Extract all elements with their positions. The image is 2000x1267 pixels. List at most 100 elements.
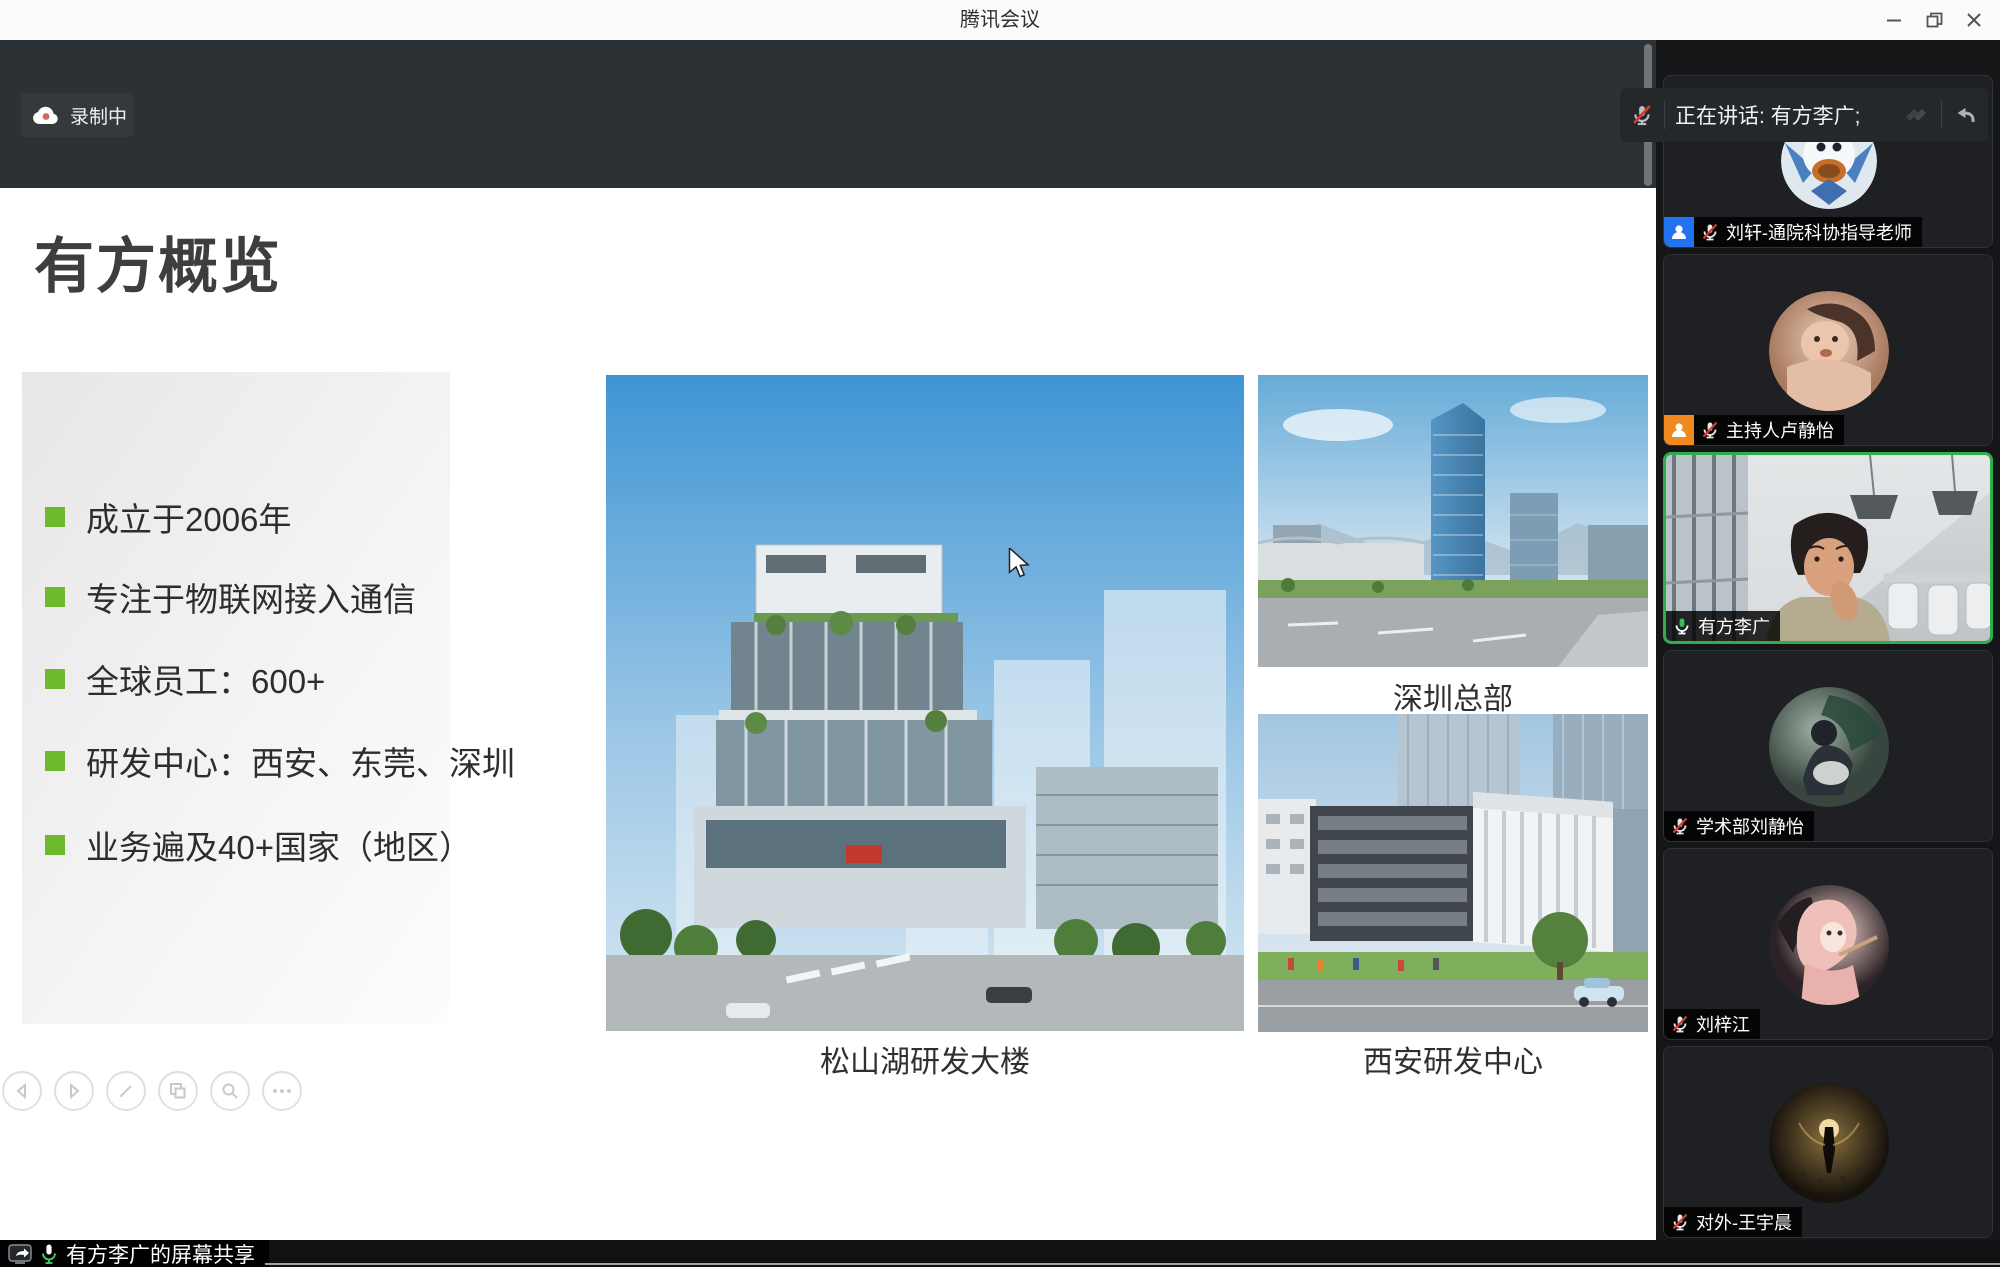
recording-badge[interactable]: 录制中 [21,93,133,137]
building-illustration [606,375,1244,1031]
muted-mic-icon [1670,816,1690,836]
baby-avatar-image [1769,291,1889,411]
avatar [1769,1083,1889,1203]
speaking-now-label: 正在讲话: 有方李广; [1675,100,1891,130]
caption-xian: 西安研发中心 [1258,1045,1648,1081]
participant-name: 刘轩-通院科协指导老师 [1726,219,1912,245]
screen-share-banner[interactable]: 有方李广的屏幕共享 [0,1240,269,1267]
slide-title: 有方概览 [34,218,282,305]
prev-icon [14,1083,30,1099]
bullet-item: 研发中心：西安、东莞、深圳 [45,737,605,785]
photo-shenzhen-hq [1258,375,1648,667]
slides-icon [169,1082,187,1100]
bullet-item: 成立于2006年 [45,493,605,541]
participants-sidebar: 刘轩-通院科协指导老师 [1656,40,2000,1240]
share-banner-label: 有方李广的屏幕共享 [66,1239,255,1267]
cloud-record-icon [31,104,61,126]
bullet-text: 专注于物联网接入通信 [86,573,416,621]
member-badge-icon [1664,217,1694,247]
caption-songshanhu: 松山湖研发大楼 [606,1045,1244,1081]
restore-icon [1926,12,1943,29]
participant-namebar: 刘轩-通院科协指导老师 [1664,217,1922,247]
window-controls [1874,0,1994,40]
participant-name: 主持人卢静怡 [1726,417,1834,443]
participant-namebar: 有方李广 [1666,611,1780,641]
muted-mic-icon [1700,222,1720,242]
slide-panel-button[interactable] [158,1071,198,1111]
participant-name: 对外-王宇晨 [1696,1209,1792,1235]
skyline-illustration [1258,375,1648,667]
dark-glow-avatar-image [1769,1083,1889,1203]
participant-tile[interactable]: 学术部刘静怡 [1663,650,1993,842]
zoom-button[interactable] [210,1071,250,1111]
bullet-square-icon [45,507,65,527]
close-icon [1966,12,1982,28]
bullet-text: 成立于2006年 [86,493,291,541]
muted-mic-icon [1670,1212,1690,1232]
speaking-indicator-bar: 正在讲话: 有方李广; [1620,88,1988,142]
title-bar: 腾讯会议 [0,0,2000,41]
participant-name: 刘梓江 [1696,1011,1750,1037]
participant-tile-speaking[interactable]: 有方李广 [1663,452,1993,644]
bullet-square-icon [45,835,65,855]
photo-songshanhu-building [606,375,1244,1031]
avatar [1769,687,1889,807]
bullet-item: 业务遍及40+国家（地区） [45,821,605,869]
mic-active-icon [39,1243,59,1265]
mouse-cursor [1008,548,1032,578]
bullet-square-icon [45,587,65,607]
divider [1941,101,1942,129]
close-button[interactable] [1954,0,1994,40]
pink-hood-avatar-image [1769,885,1889,1005]
presentation-slide: 有方概览 成立于2006年 专注于物联网接入通信 全球员工：600+ 研发中心：… [0,188,1656,1240]
slide-nav-controls [2,1071,302,1111]
participant-namebar: 刘梓江 [1664,1009,1760,1039]
bullet-item: 全球员工：600+ [45,655,605,703]
avatar [1769,291,1889,411]
bottom-bar: 有方李广的屏幕共享 [0,1240,2000,1267]
recording-label: 录制中 [70,102,127,129]
bullet-text: 业务遍及40+国家（地区） [86,821,472,869]
bullet-item: 专注于物联网接入通信 [45,573,605,621]
maximize-button[interactable] [1914,0,1954,40]
participant-tile[interactable]: 主持人卢静怡 [1663,254,1993,446]
bullet-text: 研发中心：西安、东莞、深圳 [86,737,515,785]
muted-mic-icon[interactable] [1630,103,1654,127]
next-icon [66,1083,82,1099]
participant-namebar: 学术部刘静怡 [1664,811,1814,841]
layout-flags-icon[interactable] [1901,103,1931,127]
window-edge-line [265,1263,2000,1265]
meeting-window: 腾讯会议 [0,0,2000,1267]
bullet-square-icon [45,751,65,771]
ellipsis-icon [272,1088,292,1094]
participant-namebar: 对外-王宇晨 [1664,1207,1802,1237]
undo-arrow-icon[interactable] [1952,103,1978,127]
muted-mic-icon [1670,1014,1690,1034]
next-slide-button[interactable] [54,1071,94,1111]
active-mic-icon [1672,616,1692,636]
caption-shenzhen: 深圳总部 [1258,682,1648,718]
avatar [1769,885,1889,1005]
bullet-text: 全球员工：600+ [86,655,325,703]
prev-slide-button[interactable] [2,1071,42,1111]
bullet-square-icon [45,669,65,689]
office-illustration [1258,714,1648,1032]
muted-mic-icon [1700,420,1720,440]
pen-icon [117,1082,135,1100]
screen-share-icon [8,1244,32,1264]
participant-name: 学术部刘静怡 [1696,813,1804,839]
outdoor-avatar-image [1769,687,1889,807]
window-title: 腾讯会议 [0,0,2000,40]
minimize-icon [1886,12,1902,28]
participant-tile[interactable]: 对外-王宇晨 [1663,1046,1993,1238]
annotate-button[interactable] [106,1071,146,1111]
participant-name: 有方李广 [1698,613,1770,639]
minimize-button[interactable] [1874,0,1914,40]
photo-xian-center [1258,714,1648,1032]
participant-namebar: 主持人卢静怡 [1664,415,1844,445]
more-button[interactable] [262,1071,302,1111]
shared-screen-stage: 录制中 有方概览 成立于2006年 专注于物联网接入通信 全球员工：600+ 研… [0,40,1656,1240]
participant-tile[interactable]: 刘梓江 [1663,848,1993,1040]
divider [1664,101,1665,129]
host-badge-icon [1664,415,1694,445]
